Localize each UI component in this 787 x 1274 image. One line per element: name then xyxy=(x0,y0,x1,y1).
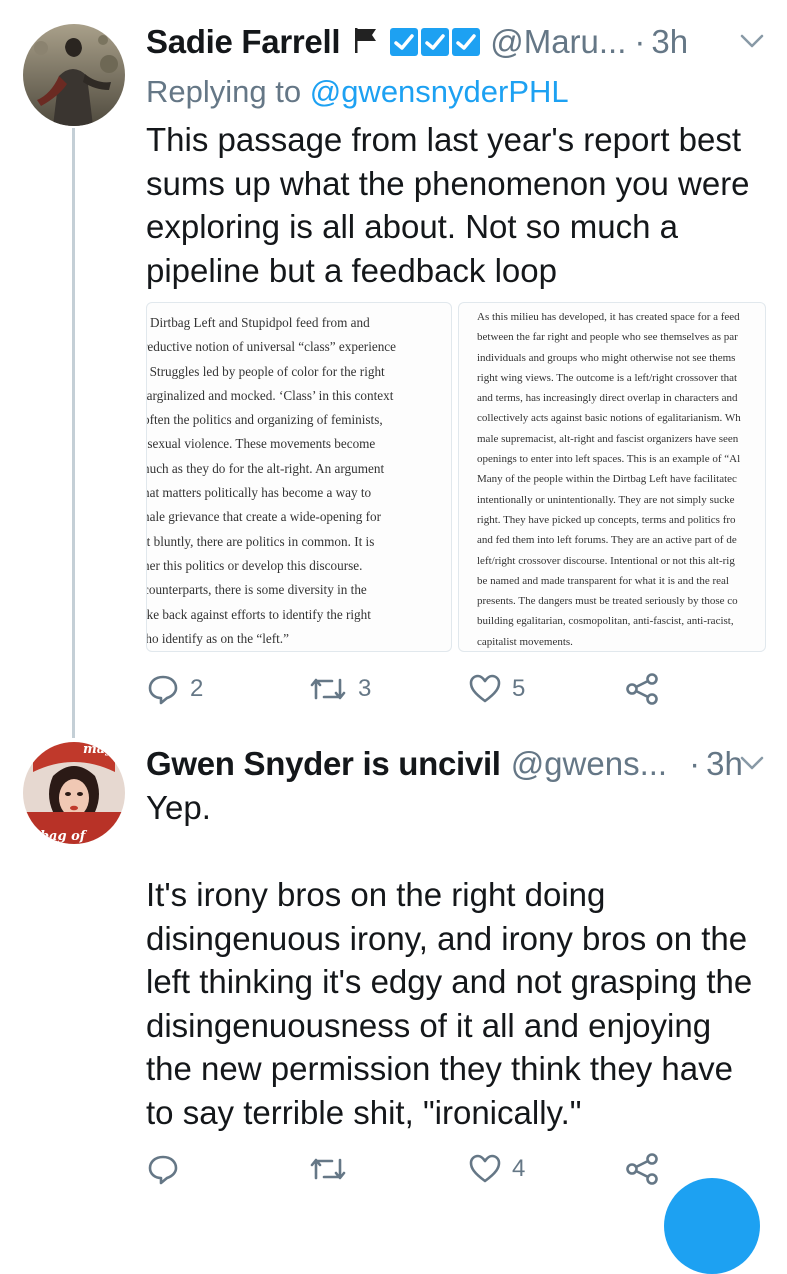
like-icon xyxy=(468,672,502,706)
share-icon xyxy=(624,1152,660,1186)
media-text-line: 'ho identify as on the “left.” xyxy=(146,630,289,646)
tweet-text: This passage from last year's report bes… xyxy=(146,121,759,289)
thread-connector-line xyxy=(72,128,75,738)
avatar-text-bottom: a bag of xyxy=(27,829,88,844)
verified-check-icon xyxy=(390,28,419,56)
media-text-line: nale grievance that create a wide-openin… xyxy=(146,509,381,525)
separator-dot: · xyxy=(634,23,646,60)
media-image-right[interactable]: As this milieu has developed, it has cre… xyxy=(458,302,766,652)
author-name[interactable]: Sadie Farrell xyxy=(146,23,341,61)
replying-mention-link[interactable]: @gwensnyderPHL xyxy=(310,74,569,109)
media-right-text: As this milieu has developed, it has cre… xyxy=(459,303,765,651)
retweet-button[interactable] xyxy=(308,1152,348,1186)
retweet-icon xyxy=(308,1152,348,1186)
media-text-line: . Struggles led by people of color for t… xyxy=(146,363,385,379)
media-text-line: be named and made transparent for what i… xyxy=(477,574,729,587)
media-text-line: hat matters politically has become a way… xyxy=(146,485,372,501)
avatar[interactable]: may a bag of xyxy=(23,742,125,844)
replying-prefix: Replying to xyxy=(146,74,302,109)
media-text-line: ‘sexual violence. These movements become xyxy=(146,436,376,452)
media-image-left[interactable]: : Dirtbag Left and Stupidpol feed from a… xyxy=(146,302,452,652)
share-button[interactable] xyxy=(624,1152,660,1186)
media-text-line: counterparts, there is some diversity in… xyxy=(146,582,367,598)
media-text-line: male supremacist, alt-right and fascist … xyxy=(477,432,739,445)
timestamp[interactable]: 3h xyxy=(651,23,688,61)
retweet-icon xyxy=(308,672,348,706)
chevron-down-icon[interactable] xyxy=(737,748,767,778)
media-text-line: presents. The dangers must be treated se… xyxy=(477,595,738,608)
verified-checks xyxy=(390,28,481,56)
replying-to-line: Replying to @gwensnyderPHL xyxy=(146,74,569,110)
chevron-down-icon[interactable] xyxy=(737,26,767,56)
media-text-line: her this politics or develop this discou… xyxy=(146,557,363,573)
media-text-line: it bluntly, there are politics in common… xyxy=(146,533,375,549)
reply-icon xyxy=(146,672,180,706)
media-text-line: and terms, has increasingly direct overl… xyxy=(477,392,738,405)
media-text-line: right. They have picked up concepts, ter… xyxy=(477,513,736,526)
author-handle[interactable]: @gwens... xyxy=(511,745,667,783)
media-text-line: iarginalized and mocked. ‘Class’ in this… xyxy=(146,387,394,403)
share-button[interactable] xyxy=(624,672,660,706)
media-text-line: : Dirtbag Left and Stupidpol feed from a… xyxy=(146,315,370,330)
like-count: 4 xyxy=(512,1155,526,1182)
verified-check-icon xyxy=(421,28,450,56)
tweet-actions: 2 3 5 xyxy=(146,672,747,712)
tweet-text: Yep. It's irony bros on the right doing … xyxy=(146,789,753,1131)
retweet-count: 3 xyxy=(358,675,372,702)
media-text-line: As this milieu has developed, it has cre… xyxy=(477,311,740,323)
media-text-line: nuch as they do for the alt-right. An ar… xyxy=(146,460,385,476)
reply-count: 2 xyxy=(190,675,204,702)
media-text-line: left/right crossover discourse. Intentio… xyxy=(477,554,735,567)
like-count: 5 xyxy=(512,675,526,702)
media-text-line: openings to enter into left spaces. This… xyxy=(477,453,741,466)
media-text-line: intentionally or unintentionally. They a… xyxy=(477,493,735,506)
media-text-line: between the far right and people who see… xyxy=(477,331,738,344)
media-text-line: often the politics and organizing of fem… xyxy=(146,412,383,428)
compose-tweet-button[interactable] xyxy=(664,1178,760,1274)
media-text-line: building egalitarian, cosmopolitan, anti… xyxy=(477,615,734,628)
verified-check-icon xyxy=(452,28,481,56)
share-icon xyxy=(624,672,660,706)
media-text-line: reductive notion of universal “class” ex… xyxy=(146,339,397,355)
like-button[interactable]: 4 xyxy=(468,1152,525,1186)
media-text-line: and fed them into left forums. They are … xyxy=(477,534,737,547)
media-text-line: ike back against efforts to identify the… xyxy=(146,606,371,622)
tweet-actions: 4 xyxy=(146,1152,747,1192)
reply-icon xyxy=(146,1152,180,1186)
avatar[interactable] xyxy=(23,24,125,126)
media-text-line: right wing views. The outcome is a left/… xyxy=(477,371,738,384)
reply-button[interactable]: 2 xyxy=(146,672,203,706)
media-text-line: capitalist movements. xyxy=(477,635,573,648)
separator-dot: · xyxy=(689,745,701,782)
retweet-button[interactable]: 3 xyxy=(308,672,371,706)
flag-icon xyxy=(350,25,380,60)
like-icon xyxy=(468,1152,502,1186)
media-text-line: Many of the people within the Dirtbag Le… xyxy=(477,473,737,486)
author-handle[interactable]: @Maru... xyxy=(490,23,626,61)
reply-button[interactable] xyxy=(146,1152,180,1186)
media-text-line: collectively acts against basic notions … xyxy=(477,412,741,425)
media-text-line: individuals and groups who might otherwi… xyxy=(477,351,736,364)
like-button[interactable]: 5 xyxy=(468,672,525,706)
author-name[interactable]: Gwen Snyder is uncivil xyxy=(146,745,501,783)
media-left-text: : Dirtbag Left and Stupidpol feed from a… xyxy=(146,303,451,651)
avatar-text-top: may xyxy=(83,742,114,757)
